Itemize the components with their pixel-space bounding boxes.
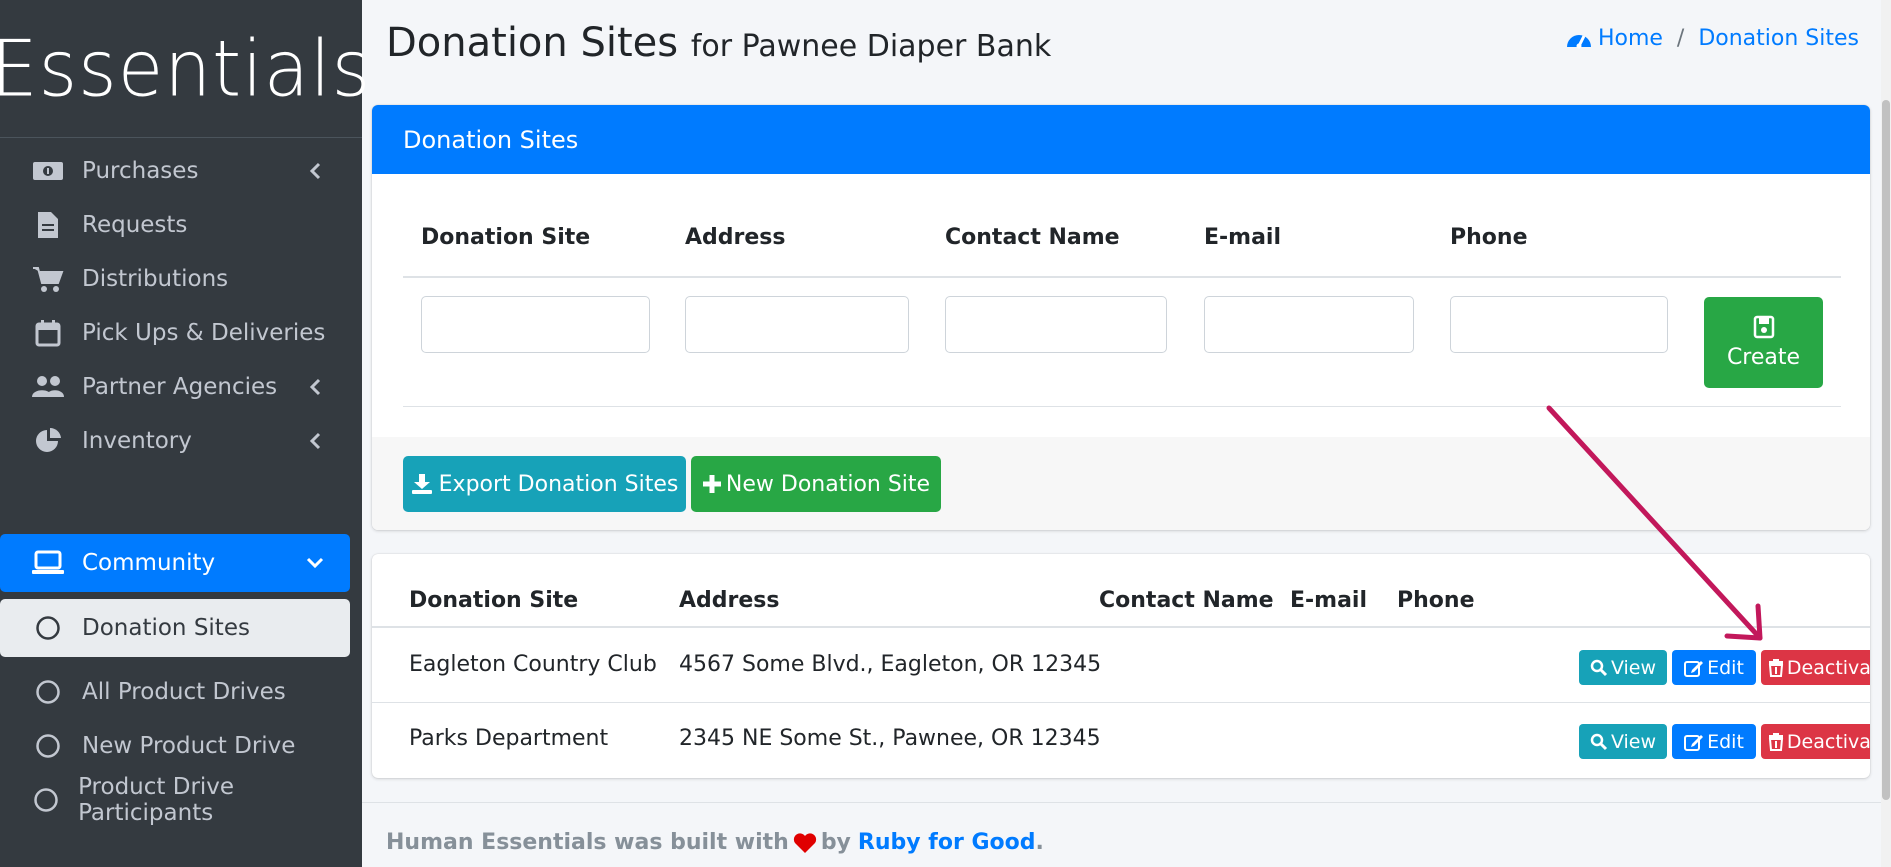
- scrollbar-thumb[interactable]: [1882, 100, 1890, 800]
- annotation-arrow-icon: [1546, 405, 1763, 641]
- scrollbar[interactable]: [1881, 0, 1891, 867]
